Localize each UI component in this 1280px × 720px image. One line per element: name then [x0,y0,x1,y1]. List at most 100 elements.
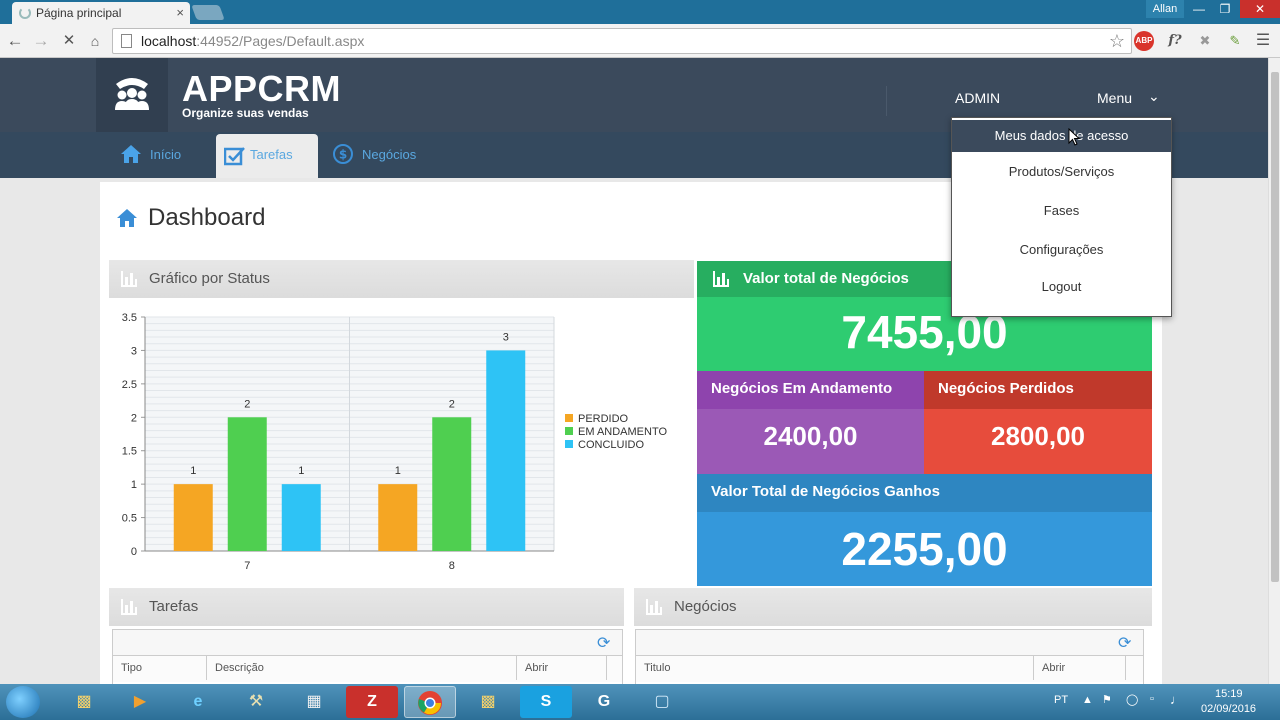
formula-extension-icon[interactable]: f? [1164,30,1186,52]
menu-item-fases[interactable]: Fases [952,201,1171,221]
y-tick-label: 1.5 [122,446,137,458]
bookmark-star-icon[interactable]: ☆ [1109,29,1125,53]
refresh-icon[interactable]: ⟳ [597,633,610,653]
volume-icon[interactable]: ♩ [1170,692,1183,707]
y-tick-label: 3 [131,345,137,357]
loading-spinner-icon [19,7,31,19]
browser-tab-strip: Página principal × Allan — ❐ ✕ [0,0,1280,24]
menu-item-configuracoes[interactable]: Configurações [952,240,1171,260]
back-arrow-icon[interactable]: ← [4,30,26,52]
header-divider [886,86,887,116]
browser-menu-icon[interactable]: ☰ [1252,30,1274,52]
browser-tab[interactable]: Página principal × [12,2,190,24]
bar [378,484,418,551]
network-icon[interactable]: ▫ [1150,693,1154,705]
tab-close-icon[interactable]: × [176,2,184,24]
negocios-grid-toolbar [636,630,1143,656]
admin-user-label[interactable]: ADMIN [955,90,1000,106]
window-app-icon[interactable]: ▢ [636,686,688,718]
address-bar[interactable]: localhost:44952/Pages/Default.aspx ☆ [112,28,1132,54]
eyedropper-extension-icon[interactable]: ✎ [1224,30,1246,52]
x-tick-label: 8 [449,560,455,572]
menu-item-logout[interactable]: Logout [952,277,1171,297]
chrome-icon[interactable] [404,686,456,718]
page-scrollbar[interactable] [1268,58,1280,684]
chrome-logo [418,691,442,715]
bar [173,484,213,551]
window-user-badge[interactable]: Allan [1146,0,1184,18]
status-chart: 3.5 3 2.5 2 1.5 1 0.5 0 1 2 1 7 1 2 3 8 PERDIDOEM ANDAME… [122,312,668,572]
start-button[interactable] [6,686,40,718]
col-titulo[interactable]: Titulo [636,656,1034,680]
internet-explorer-icon[interactable]: e [172,686,224,718]
tarefas-grid-toolbar [113,630,622,656]
stop-x-icon[interactable]: ✕ [58,30,80,52]
maximize-button[interactable]: ❐ [1212,0,1238,18]
new-tab-button[interactable] [191,5,225,20]
status-chart-area: 3.5 3 2.5 2 1.5 1 0.5 0 1 2 1 7 1 2 3 8 PERDIDO EM ANDAME… [109,298,694,588]
bar [227,417,267,551]
metric-total-label: Valor total de Negócios [743,270,909,287]
legend-swatch [565,414,573,422]
tools-app-icon[interactable]: ⚒ [230,686,282,718]
legend-swatch [565,427,573,435]
minimize-button[interactable]: — [1186,0,1212,18]
clock-time[interactable]: 15:19 [1215,688,1243,700]
y-tick-label: 1 [131,479,137,491]
refresh-icon[interactable]: ⟳ [1118,633,1131,653]
tab-negocios[interactable]: $ Negócios [328,132,428,178]
col-descricao[interactable]: Descrição [207,656,517,680]
legend-swatch [565,440,573,448]
col-tipo[interactable]: Tipo [113,656,207,680]
bar-value-label: 1 [190,465,196,477]
media-player-icon[interactable]: ▶ [114,686,166,718]
language-indicator[interactable]: PT [1054,694,1068,706]
menu-item-produtos[interactable]: Produtos/Serviços [952,162,1171,182]
dollar-icon: $ [333,144,353,164]
bar-value-label: 3 [503,331,509,343]
chart-panel-header: Gráfico por Status [109,260,694,298]
bar-chart-icon [713,271,729,287]
user-menu-dropdown: Meus dados de acesso Produtos/Serviços F… [951,117,1172,317]
app-logo[interactable] [96,58,168,132]
folder-icon[interactable]: ▩ [462,686,514,718]
scrollbar-thumb[interactable] [1271,72,1279,582]
app-subtitle: Organize suas vendas [182,106,309,120]
forward-arrow-icon[interactable]: → [30,30,52,52]
home-icon [117,209,137,227]
menu-item-meus-dados[interactable]: Meus dados de acesso [952,120,1171,152]
negocios-panel-title: Negócios [674,598,737,615]
tray-arrow-icon[interactable]: ▲ [1082,694,1093,706]
tab-label: Início [150,147,182,162]
tab-tarefas[interactable]: Tarefas [216,134,318,178]
paint-app-icon[interactable]: ▦ [288,686,340,718]
bar-value-label: 2 [244,398,250,410]
window-close-button[interactable]: ✕ [1240,0,1280,18]
negocios-grid: ⟳ Titulo Abrir [635,629,1144,687]
bar-value-label: 1 [298,465,304,477]
tarefas-panel-title: Tarefas [149,598,199,615]
tools-extension-icon[interactable]: ✖ [1194,30,1216,52]
home-button-icon[interactable]: ⌂ [84,30,106,52]
metric-ganhos-value: 2255,00 [841,523,1008,575]
col-abrir[interactable]: Abrir [1034,656,1126,680]
menu-button[interactable]: Menu [1097,90,1132,106]
page-title: Dashboard [148,204,266,231]
app-title: APPCRM [182,68,342,109]
shield-icon[interactable]: ◯ [1126,693,1138,706]
windows-taskbar: ▩ ▶ e ⚒ ▦ Z ▩ S G ▢ PT ▲ ⚑ ◯ ▫ ♩ 15:19 0… [0,684,1280,720]
legend-label: CONCLUIDO [578,439,644,451]
adblock-icon[interactable]: ABP [1134,31,1154,51]
tab-label: Negócios [362,147,417,162]
y-tick-label: 0.5 [122,513,137,525]
chevron-down-icon[interactable]: ⌄ [1148,88,1160,105]
tab-inicio[interactable]: Início [116,132,206,178]
explorer-folder-icon[interactable]: ▩ [58,686,110,718]
flag-icon[interactable]: ⚑ [1102,693,1112,706]
google-g-icon[interactable]: G [578,686,630,718]
skype-icon[interactable]: S [520,686,572,718]
svg-text:$: $ [339,148,347,162]
filezilla-icon[interactable]: Z [346,686,398,718]
col-abrir[interactable]: Abrir [517,656,607,680]
clock-date[interactable]: 02/09/2016 [1201,703,1256,715]
